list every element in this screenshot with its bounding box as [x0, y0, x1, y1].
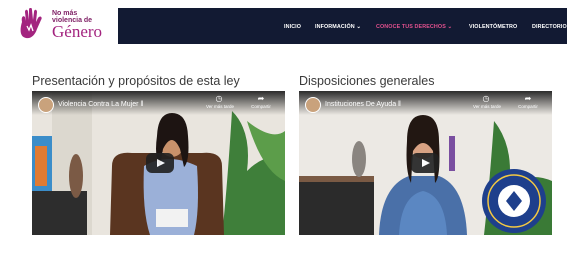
- video-player-instituciones[interactable]: Instituciones De Ayuda ‖ ◷ Ver más tarde…: [299, 91, 552, 235]
- play-button[interactable]: [411, 153, 439, 173]
- main-navbar: INICIO INFORMACIÓN ⌄ CONOCE TUS DERECHOS…: [118, 8, 567, 44]
- share-icon: ➦: [257, 94, 265, 103]
- watch-later-button[interactable]: ◷ Ver más tarde: [206, 94, 235, 110]
- nav-item-conoce-tus-derechos[interactable]: CONOCE TUS DERECHOS ⌄: [376, 24, 452, 30]
- channel-avatar[interactable]: [305, 97, 321, 113]
- watch-later-label: Ver más tarde: [206, 104, 235, 109]
- share-icon: ➦: [524, 94, 532, 103]
- section-title-disposiciones: Disposiciones generales: [299, 74, 435, 88]
- channel-avatar[interactable]: [38, 97, 54, 113]
- watch-later-label: Ver más tarde: [473, 104, 502, 109]
- share-button[interactable]: ➦ Compartir: [515, 94, 541, 110]
- clock-icon: ◷: [215, 94, 223, 103]
- share-label: Compartir: [518, 104, 538, 109]
- site-logo[interactable]: No más violencia de Género: [0, 0, 118, 46]
- clock-icon: ◷: [482, 94, 490, 103]
- video-title[interactable]: Instituciones De Ayuda ‖: [325, 101, 401, 108]
- nav-item-informacion[interactable]: INFORMACIÓN ⌄: [315, 24, 361, 30]
- hand-logo-icon: [20, 8, 42, 39]
- nav-item-directorio[interactable]: DIRECTORIO: [532, 24, 567, 30]
- nav-item-violentometro[interactable]: VIOLENTÓMETRO: [469, 24, 517, 30]
- play-button[interactable]: [146, 153, 174, 173]
- watch-later-button[interactable]: ◷ Ver más tarde: [473, 94, 502, 110]
- nav-item-inicio[interactable]: INICIO: [284, 24, 301, 30]
- logo-line-1: No más: [52, 10, 78, 17]
- share-button[interactable]: ➦ Compartir: [248, 94, 274, 110]
- section-title-presentacion: Presentación y propósitos de esta ley: [32, 74, 240, 88]
- video-title[interactable]: Violencia Contra La Mujer ‖: [58, 101, 143, 108]
- share-label: Compartir: [251, 104, 271, 109]
- video-player-violencia[interactable]: Violencia Contra La Mujer ‖ ◷ Ver más ta…: [32, 91, 285, 235]
- logo-title: Género: [52, 22, 103, 41]
